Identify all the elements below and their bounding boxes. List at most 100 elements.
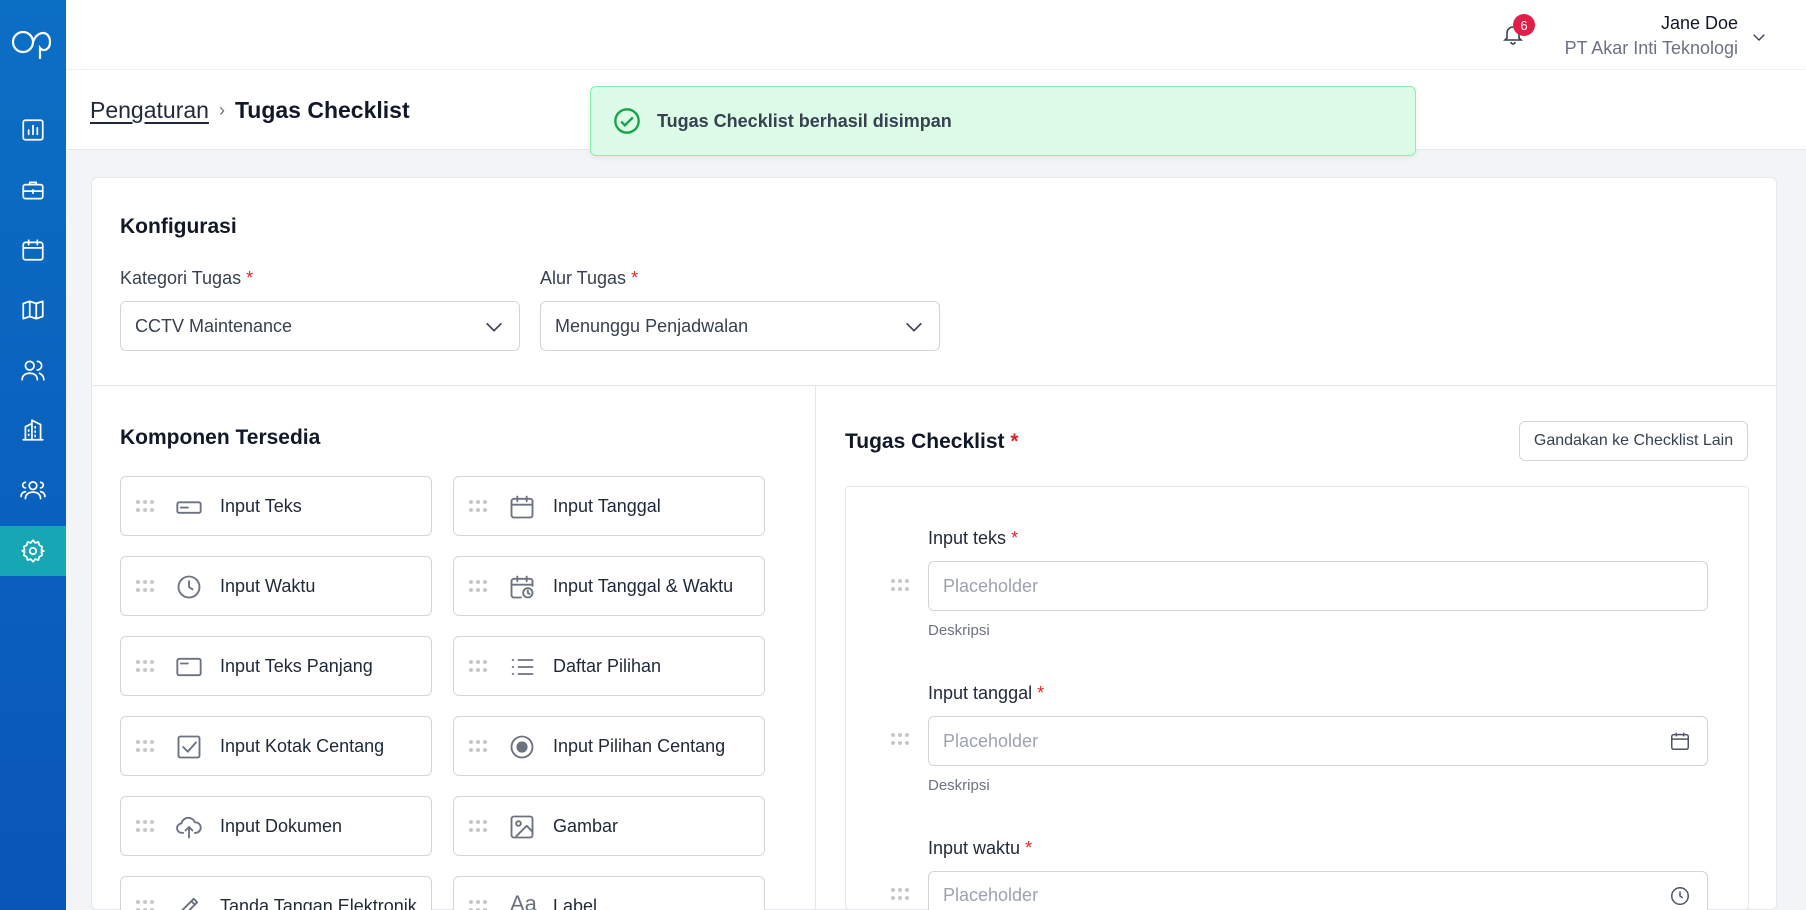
breadcrumb: Pengaturan › Tugas Checklist xyxy=(90,97,410,124)
nav-map[interactable] xyxy=(0,285,66,335)
drag-handle-icon[interactable] xyxy=(135,579,155,593)
component-gambar[interactable]: Gambar xyxy=(453,796,765,856)
flow-label-text: Alur Tugas xyxy=(540,268,627,288)
calendar-clock-icon xyxy=(508,573,538,601)
app-logo[interactable] xyxy=(10,22,56,62)
required-mark: * xyxy=(1025,838,1033,858)
chevron-down-icon xyxy=(903,316,925,338)
drag-handle-icon[interactable] xyxy=(890,578,910,592)
checklist-title-text: Tugas Checklist xyxy=(845,430,1005,453)
logo-icon xyxy=(11,30,52,60)
user-company[interactable]: PT Akar Inti Teknologi xyxy=(1565,38,1738,59)
time-input-field[interactable]: Placeholder xyxy=(928,871,1708,910)
team-icon xyxy=(20,481,46,500)
component-label[interactable]: Aa Label xyxy=(453,876,765,910)
input-placeholder: Placeholder xyxy=(943,730,1039,751)
top-bar xyxy=(66,0,1806,70)
component-input-tanggal[interactable]: Input Tanggal xyxy=(453,476,765,536)
pen-icon xyxy=(175,893,205,910)
component-label: Input Pilihan Centang xyxy=(553,736,726,756)
drag-handle-icon[interactable] xyxy=(135,499,155,513)
duplicate-checklist-button[interactable]: Gandakan ke Checklist Lain xyxy=(1519,421,1748,461)
drag-handle-icon[interactable] xyxy=(468,659,488,673)
calendar-icon[interactable] xyxy=(1669,730,1693,754)
field-label: Input tanggal * xyxy=(928,683,1044,704)
component-input-teks[interactable]: Input Teks xyxy=(120,476,432,536)
config-title: Konfigurasi xyxy=(120,215,237,238)
field-label-text: Input waktu xyxy=(928,838,1021,858)
success-toast[interactable]: Tugas Checklist berhasil disimpan xyxy=(590,86,1416,156)
checkbox-icon xyxy=(175,733,205,761)
field-label: Input teks * xyxy=(928,528,1018,549)
user-menu-chevron[interactable] xyxy=(1750,28,1768,46)
user-name[interactable]: Jane Doe xyxy=(1661,13,1738,34)
component-label: Input Waktu xyxy=(220,576,316,596)
nav-team[interactable] xyxy=(0,465,66,515)
calendar-icon xyxy=(508,493,538,521)
input-placeholder: Placeholder xyxy=(943,575,1039,596)
flow-select[interactable]: Menunggu Penjadwalan xyxy=(540,301,940,351)
drag-handle-icon[interactable] xyxy=(468,739,488,753)
drag-handle-icon[interactable] xyxy=(135,739,155,753)
date-input-field[interactable]: Placeholder xyxy=(928,716,1708,766)
category-select[interactable]: CCTV Maintenance xyxy=(120,301,520,351)
component-label: Input Tanggal & Waktu xyxy=(553,576,734,596)
component-tanda-tangan[interactable]: Tanda Tangan Elektronik xyxy=(120,876,432,910)
check-circle-icon xyxy=(614,108,640,134)
component-label: Tanda Tangan Elektronik xyxy=(220,896,417,910)
drag-handle-icon[interactable] xyxy=(135,819,155,833)
components-title: Komponen Tersedia xyxy=(120,426,321,449)
drag-handle-icon[interactable] xyxy=(890,887,910,901)
map-icon xyxy=(22,300,44,320)
clock-icon[interactable] xyxy=(1669,885,1693,909)
text-input-field[interactable]: Placeholder xyxy=(928,561,1708,611)
column-divider xyxy=(815,386,816,910)
text-input-icon xyxy=(175,493,205,521)
field-label-text: Input teks xyxy=(928,528,1007,548)
nav-users[interactable] xyxy=(0,345,66,395)
component-input-dokumen[interactable]: Input Dokumen xyxy=(120,796,432,856)
textarea-icon xyxy=(175,653,205,681)
component-input-kotak-centang[interactable]: Input Kotak Centang xyxy=(120,716,432,776)
image-icon xyxy=(508,813,538,841)
component-label: Input Teks Panjang xyxy=(220,656,373,676)
required-mark: * xyxy=(1037,683,1045,703)
required-mark: * xyxy=(1010,430,1019,453)
component-label: Label xyxy=(553,896,598,910)
nav-dashboard[interactable] xyxy=(0,105,66,155)
radio-icon xyxy=(508,733,538,761)
sidebar xyxy=(0,0,66,910)
nav-settings[interactable] xyxy=(0,526,66,576)
drag-handle-icon[interactable] xyxy=(135,659,155,673)
field-label-text: Input tanggal xyxy=(928,683,1033,703)
component-input-waktu[interactable]: Input Waktu xyxy=(120,556,432,616)
drag-handle-icon[interactable] xyxy=(468,899,488,910)
field-description: Deskripsi xyxy=(928,622,990,639)
required-mark: * xyxy=(1011,528,1019,548)
component-label: Gambar xyxy=(553,816,619,836)
nav-buildings[interactable] xyxy=(0,405,66,455)
breadcrumb-parent[interactable]: Pengaturan xyxy=(90,97,209,124)
nav-tasks[interactable] xyxy=(0,165,66,215)
component-label: Daftar Pilihan xyxy=(553,656,662,676)
drag-handle-icon[interactable] xyxy=(890,732,910,746)
drag-handle-icon[interactable] xyxy=(135,899,155,910)
drag-handle-icon[interactable] xyxy=(468,499,488,513)
list-icon xyxy=(508,653,538,681)
component-input-tanggal-waktu[interactable]: Input Tanggal & Waktu xyxy=(453,556,765,616)
drag-handle-icon[interactable] xyxy=(468,819,488,833)
component-label: Input Kotak Centang xyxy=(220,736,385,756)
chevron-down-icon xyxy=(483,316,505,338)
drag-handle-icon[interactable] xyxy=(468,579,488,593)
component-daftar-pilihan[interactable]: Daftar Pilihan xyxy=(453,636,765,696)
section-divider xyxy=(91,385,1777,386)
component-input-teks-panjang[interactable]: Input Teks Panjang xyxy=(120,636,432,696)
gear-icon xyxy=(21,539,45,563)
notification-badge: 6 xyxy=(1513,14,1535,36)
building-icon xyxy=(22,419,44,441)
flow-select-value: Menunggu Penjadwalan xyxy=(555,315,749,336)
component-input-pilihan-centang[interactable]: Input Pilihan Centang xyxy=(453,716,765,776)
nav-schedule[interactable] xyxy=(0,225,66,275)
upload-icon xyxy=(175,813,205,841)
field-description: Deskripsi xyxy=(928,777,990,794)
